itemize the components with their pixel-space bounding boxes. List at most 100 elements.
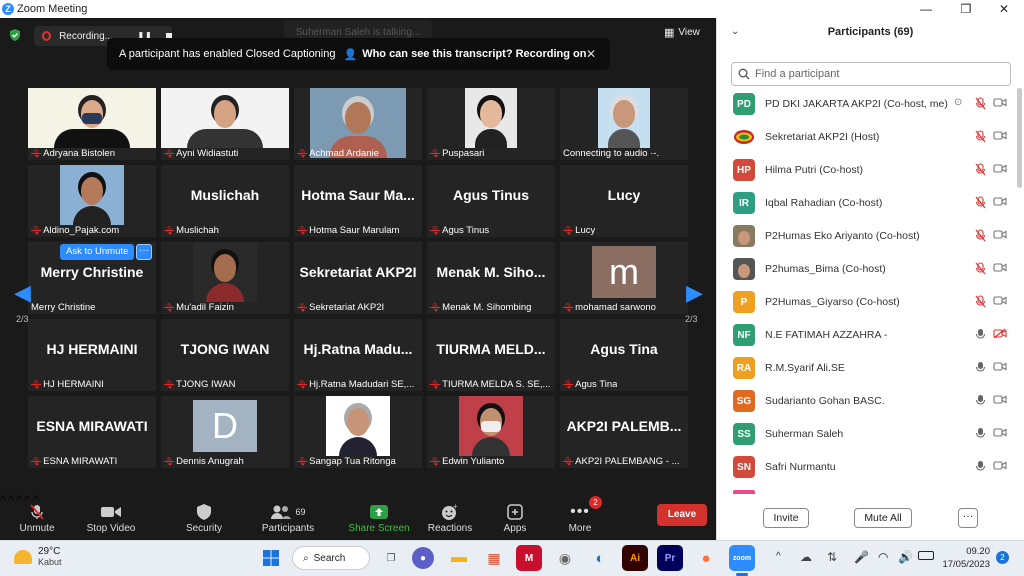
participant-row[interactable]: P2humas_Bima (Co-host) — [733, 257, 1009, 281]
participant-tile[interactable]: 🎙 Edwin Yulianto — [427, 396, 555, 468]
participant-tile[interactable]: Menak M. Siho... 🎙 Menak M. Sihombing — [427, 242, 555, 314]
participant-tile[interactable]: Hj.Ratna Madu... 🎙 Hj.Ratna Madudari SE,..… — [294, 319, 422, 391]
panel-more-button[interactable]: ··· — [958, 508, 978, 528]
participant-tile[interactable]: Sekretariat AKP2I 🎙 Sekretariat AKP2I — [294, 242, 422, 314]
weather-widget[interactable]: 29°C Kabut — [14, 546, 62, 568]
previous-page-arrow-icon[interactable]: ◀ — [14, 280, 31, 306]
task-view-icon[interactable]: ❐ — [378, 545, 404, 571]
video-off-icon — [993, 262, 1007, 276]
tile-more-options-button[interactable]: ··· — [136, 244, 152, 260]
windows-start-icon[interactable] — [258, 545, 284, 571]
notification-badge[interactable]: 2 — [996, 551, 1009, 564]
mcafee-icon[interactable]: M — [516, 545, 542, 571]
participant-row[interactable]: HP Hilma Putri (Co-host) — [733, 158, 1009, 182]
tile-name-text: Sekretariat AKP2I — [309, 302, 385, 313]
leave-button[interactable]: Leave — [657, 504, 707, 526]
video-off-icon — [993, 97, 1007, 111]
reactions-button[interactable]: + Reactions — [426, 494, 474, 540]
maximize-button[interactable]: ❐ — [946, 0, 986, 18]
edge-browser-icon[interactable]: ◐ — [587, 545, 613, 571]
participant-tile[interactable]: TJONG IWAN 🎙 TJONG IWAN — [161, 319, 289, 391]
participants-button[interactable]: 69 Participants — [256, 494, 320, 540]
participant-search-input[interactable]: Find a participant — [731, 62, 1011, 86]
participant-row[interactable]: SN Safri Nurmantu — [733, 455, 1009, 479]
participant-tile[interactable]: Muslichah 🎙 Muslichah — [161, 165, 289, 237]
participant-tile[interactable]: HJ HERMAINI 🎙 HJ HERMAINI — [28, 319, 156, 391]
volume-icon[interactable]: 🔊 — [898, 550, 913, 564]
participant-avatar: SN — [733, 456, 755, 478]
clock[interactable]: 09.20 17/05/2023 — [942, 545, 990, 571]
muted-mic-icon: 🎙 — [297, 380, 308, 389]
participant-tile[interactable]: Connecting to audio ·-. — [560, 88, 688, 160]
participant-tile[interactable]: D 🎙 Dennis Anugrah — [161, 396, 289, 468]
participant-row[interactable]: SG Sudarianto Gohan BASC. — [733, 389, 1009, 413]
share-screen-button[interactable]: Share Screen — [346, 494, 412, 540]
participant-tile[interactable]: Hotma Saur Ma... 🎙 Hotma Saur Marulam — [294, 165, 422, 237]
participant-tile[interactable]: AKP2I PALEMB... 🎙 AKP2I PALEMBANG - ... — [560, 396, 688, 468]
microphone-tray-icon[interactable]: 🎤 — [854, 550, 869, 564]
participant-tile[interactable]: 🎙 Aldino_Pajak.com — [28, 165, 156, 237]
battery-icon[interactable] — [918, 551, 934, 560]
participant-tile[interactable]: Lucy 🎙 Lucy — [560, 165, 688, 237]
participant-tile[interactable]: Agus Tinus 🎙 Agus Tinus — [427, 165, 555, 237]
participant-avatar — [733, 126, 755, 148]
participant-row[interactable]: IR Iqbal Rahadian (Co-host) — [733, 191, 1009, 215]
participant-tile[interactable]: 🎙 Sangap Tua Ritonga — [294, 396, 422, 468]
teams-chat-icon[interactable]: ● — [412, 547, 434, 569]
ask-to-unmute-button[interactable]: Ask to Unmute — [60, 244, 135, 260]
taskbar-search-box[interactable]: ⌕ Search — [292, 546, 370, 570]
minimize-button[interactable]: — — [906, 0, 946, 18]
participant-tile[interactable]: 🎙 Mu'adil Faizin — [161, 242, 289, 314]
zoom-taskbar-icon[interactable]: zoom — [729, 545, 755, 571]
network-activity-icon[interactable]: ⇅ — [827, 550, 837, 564]
tile-name-text: Hotma Saur Marulam — [309, 225, 400, 236]
microsoft-store-icon[interactable]: ▦ — [481, 545, 507, 571]
tile-display-name: Merry Christine — [40, 264, 144, 280]
participant-row[interactable]: P2Humas Eko Ariyanto (Co-host) — [733, 224, 1009, 248]
participant-tile[interactable]: 🎙 Ayni Widiastuti — [161, 88, 289, 160]
adobe-premiere-icon[interactable]: Pr — [657, 545, 683, 571]
apps-button[interactable]: Apps — [496, 494, 534, 540]
file-explorer-icon[interactable]: ▬ — [446, 545, 472, 571]
mute-all-button[interactable]: Mute All — [854, 508, 912, 528]
participant-tile[interactable]: TIURMA MELD... 🎙 TIURMA MELDA S. SE,... — [427, 319, 555, 391]
participant-row[interactable]: RA R.M.Syarif Ali.SE — [733, 356, 1009, 380]
participant-tile[interactable]: 🎙 Puspasari — [427, 88, 555, 160]
transcript-info-link[interactable]: 👤 Who can see this transcript? Recording… — [343, 48, 586, 61]
view-button[interactable]: ▦ View — [664, 26, 700, 39]
video-options-caret-icon[interactable]: ^ — [8, 494, 13, 506]
camera-app-icon[interactable]: ◉ — [552, 545, 578, 571]
participant-row[interactable]: PD PD DKI JAKARTA AKP2I (Co-host, me) ⊙ — [733, 92, 1009, 116]
participant-tile[interactable]: m 🎙 mohamad sarwono — [560, 242, 688, 314]
participant-row[interactable]: Sekretariat AKP2I (Host) — [733, 125, 1009, 149]
participant-tile[interactable]: ESNA MIRAWATI 🎙 ESNA MIRAWATI — [28, 396, 156, 468]
participant-tile[interactable]: Agus Tina 🎙 Agus Tina — [560, 319, 688, 391]
adobe-illustrator-icon[interactable]: Ai — [622, 545, 648, 571]
firefox-icon[interactable]: ● — [693, 545, 719, 571]
weather-sun-icon — [14, 550, 32, 564]
next-page-arrow-icon[interactable]: ▶ — [686, 280, 703, 306]
participant-list-scrollbar[interactable] — [1017, 88, 1022, 188]
participant-row[interactable]: P P2Humas_Giyarso (Co-host) — [733, 290, 1009, 314]
stop-video-button[interactable]: Stop Video — [82, 494, 140, 540]
participant-tile[interactable]: 🎙 Achmad Ardanie — [294, 88, 422, 160]
recording-label: Recording... — [59, 30, 113, 42]
onedrive-icon[interactable]: ☁ — [800, 550, 812, 564]
meeting-stage: Recording... ❚❚ Suherman Saleh is talkin… — [0, 18, 716, 494]
system-tray-chevron-icon[interactable]: ^ — [776, 551, 781, 562]
security-shield-icon[interactable] — [8, 28, 22, 42]
wifi-icon[interactable]: ◠ — [878, 550, 888, 564]
banner-close-button[interactable]: ✕ — [586, 47, 596, 61]
unmute-button[interactable]: Unmute — [14, 494, 60, 540]
tile-name-label: 🎙 Agus Tinus — [430, 225, 553, 236]
audio-options-caret-icon[interactable]: ^ — [0, 494, 5, 506]
video-feed — [598, 88, 650, 148]
close-window-button[interactable]: ✕ — [984, 0, 1024, 18]
title-bar: Z Zoom Meeting — ❐ ✕ — [0, 0, 1024, 18]
participant-row[interactable]: SS Suherman Saleh — [733, 422, 1009, 446]
participant-tile[interactable]: 🎙 Adryana Bistolen — [28, 88, 156, 160]
security-button[interactable]: Security — [180, 494, 228, 540]
participant-name: Sudarianto Gohan BASC. — [765, 395, 885, 407]
invite-button[interactable]: Invite — [763, 508, 809, 528]
participant-row[interactable]: NF N.E FATIMAH AZZAHRA - — [733, 323, 1009, 347]
